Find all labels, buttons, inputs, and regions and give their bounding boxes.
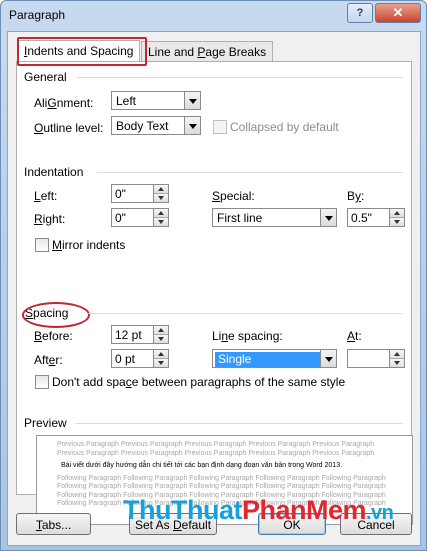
special-label: Special: xyxy=(212,189,255,203)
alignment-label: AliGnment: xyxy=(34,96,94,110)
by-spinner[interactable]: 0.5" xyxy=(347,208,405,227)
spin-down-icon[interactable] xyxy=(390,359,404,367)
dialog-title: Paragraph xyxy=(9,8,66,22)
watermark-logo: ThuThuatPhanMem.vn xyxy=(123,495,394,525)
chevron-down-icon[interactable] xyxy=(320,209,336,226)
alignment-dropdown[interactable]: Left xyxy=(111,91,201,110)
spin-down-icon[interactable] xyxy=(154,218,168,226)
spin-up-icon[interactable] xyxy=(390,209,404,218)
right-indent-spinner[interactable]: 0" xyxy=(111,208,169,227)
spin-up-icon[interactable] xyxy=(154,185,168,194)
before-label: Before: xyxy=(34,329,73,343)
preview-section-title: Preview xyxy=(24,416,67,430)
tab-line-and-page-breaks[interactable]: Line and Page Breaks xyxy=(141,41,274,62)
line-spacing-label: Line spacing: xyxy=(212,329,283,343)
mirror-indents-checkbox[interactable] xyxy=(35,238,49,252)
spin-down-icon[interactable] xyxy=(390,218,404,226)
preview-main-text: Bài viết dưới đây hướng dẫn chi tiết tới… xyxy=(61,462,343,469)
spin-down-icon[interactable] xyxy=(154,194,168,202)
after-label: After: xyxy=(34,353,63,367)
after-spinner[interactable]: 0 pt xyxy=(111,349,169,368)
outline-level-dropdown[interactable]: Body Text xyxy=(111,116,201,135)
tabs-button[interactable]: Tabs... xyxy=(16,513,91,535)
spin-up-icon[interactable] xyxy=(154,350,168,359)
chevron-down-icon[interactable] xyxy=(184,92,200,109)
spin-up-icon[interactable] xyxy=(154,209,168,218)
before-spinner[interactable]: 12 pt xyxy=(111,325,169,344)
mirror-indents-label: Mirror indents xyxy=(52,238,126,252)
spacing-section-title: Spacing xyxy=(25,306,69,320)
at-label: At: xyxy=(347,329,362,343)
indentation-section-title: Indentation xyxy=(24,165,84,179)
paragraph-dialog: Paragraph ? ✕ Indents and Spacing Line a… xyxy=(0,0,427,551)
chevron-down-icon[interactable] xyxy=(184,117,200,134)
collapsed-by-default-checkbox[interactable] xyxy=(213,120,227,134)
general-divider xyxy=(77,77,403,78)
chevron-down-icon[interactable] xyxy=(320,350,336,367)
indentation-divider xyxy=(97,172,403,173)
preview-divider xyxy=(75,423,403,424)
line-spacing-dropdown[interactable]: Single xyxy=(212,349,337,368)
outline-level-label: Outline level: xyxy=(34,121,104,135)
tab-panel: General AliGnment: Left Outline level: B… xyxy=(16,61,413,525)
close-button[interactable]: ✕ xyxy=(375,3,421,23)
left-indent-label: Left: xyxy=(34,189,58,203)
by-label: By: xyxy=(347,189,365,203)
title-bar[interactable]: Paragraph ? ✕ xyxy=(1,1,426,31)
spacing-divider xyxy=(87,313,403,314)
at-spinner[interactable] xyxy=(347,349,405,368)
left-indent-spinner[interactable]: 0" xyxy=(111,184,169,203)
right-indent-label: Right: xyxy=(34,212,66,226)
preview-previous-text: Previous Paragraph Previous Paragraph Pr… xyxy=(57,441,375,457)
general-section-title: General xyxy=(24,70,67,84)
dialog-body: Indents and Spacing Line and Page Breaks… xyxy=(7,31,421,546)
help-button[interactable]: ? xyxy=(347,3,373,23)
spin-down-icon[interactable] xyxy=(154,359,168,367)
dont-add-space-label: Don't add space between paragraphs of th… xyxy=(52,375,346,389)
spin-down-icon[interactable] xyxy=(154,335,168,343)
spin-up-icon[interactable] xyxy=(390,350,404,359)
spin-up-icon[interactable] xyxy=(154,326,168,335)
tab-indents-and-spacing[interactable]: Indents and Spacing xyxy=(17,40,141,61)
collapsed-by-default-label: Collapsed by default xyxy=(230,120,339,134)
dont-add-space-checkbox[interactable] xyxy=(35,375,49,389)
special-dropdown[interactable]: First line xyxy=(212,208,337,227)
